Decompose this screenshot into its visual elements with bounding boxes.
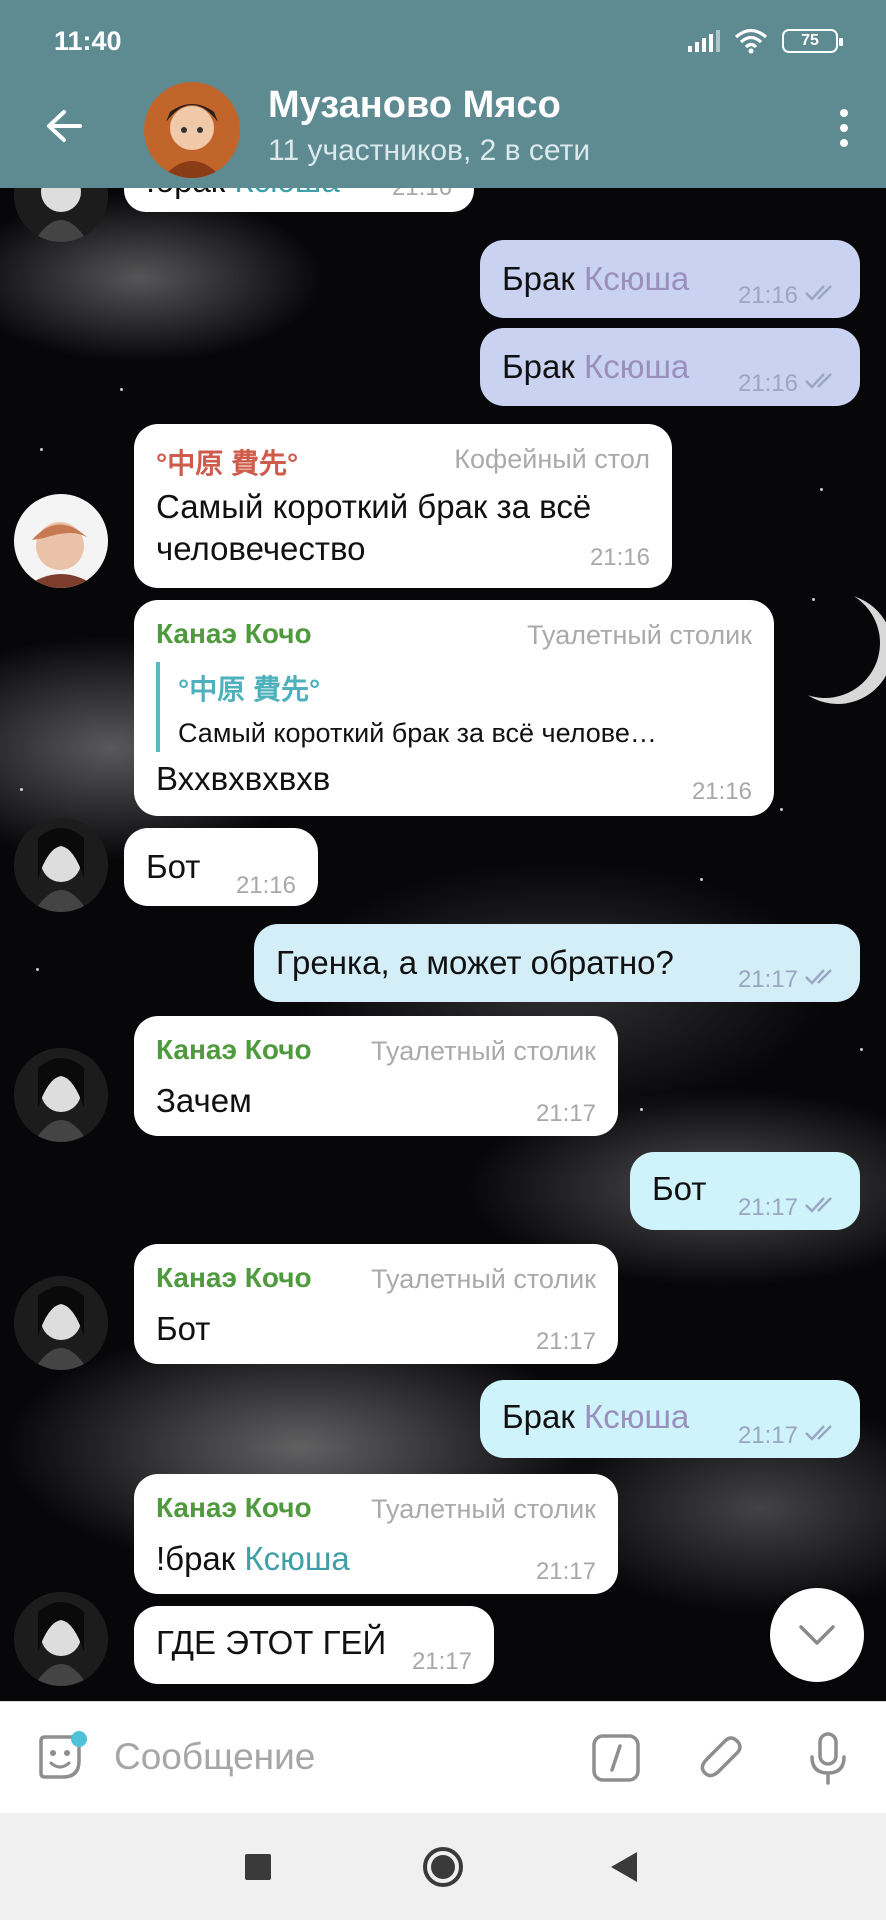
triangle-back-icon — [611, 1852, 637, 1882]
message-bubble-outgoing[interactable]: Брак Ксюша 21:17 — [480, 1380, 860, 1458]
message-bubble[interactable]: Канаэ Кочо Туалетный столик !брак Ксюша … — [134, 1474, 618, 1594]
message-bubble-outgoing[interactable]: Гренка, а может обратно? 21:17 — [254, 924, 860, 1002]
back-button[interactable] — [36, 100, 92, 152]
message-time: 21:16 — [392, 188, 452, 202]
message-text: Самый короткий брак за всё — [156, 488, 592, 525]
message-time: 21:16 — [235, 872, 296, 899]
bot-commands-button[interactable] — [588, 1730, 644, 1786]
battery-level: 75 — [801, 32, 819, 49]
message-sender[interactable]: Канаэ Кочо — [156, 1034, 312, 1066]
more-options-button[interactable] — [822, 100, 866, 156]
user-avatar[interactable] — [14, 1276, 108, 1370]
user-avatar[interactable] — [14, 1592, 108, 1686]
message-bubble[interactable]: ГДЕ ЭТОТ ГЕЙ 21:17 — [134, 1606, 494, 1684]
home-button[interactable] — [419, 1843, 467, 1891]
message-time: 21:17 — [535, 1328, 596, 1355]
message-time: 21:17 — [737, 1422, 798, 1449]
message-sender[interactable]: Канаэ Кочо — [156, 1262, 312, 1294]
message-bubble-outgoing[interactable]: Брак Ксюша 21:16 — [480, 328, 860, 406]
message-time: 21:16 — [589, 544, 650, 571]
message-bubble[interactable]: Канаэ Кочо Туалетный столик Зачем 21:17 — [134, 1016, 618, 1136]
chat-title[interactable]: Музаново Мясо — [268, 84, 561, 127]
sender-title: Туалетный столик — [371, 1036, 596, 1066]
read-checkmarks-icon — [805, 285, 832, 301]
sticker-button[interactable] — [32, 1730, 88, 1786]
message-time: 21:17 — [535, 1558, 596, 1585]
system-navigation-bar — [0, 1813, 886, 1920]
message-input[interactable]: Сообщение — [114, 1736, 315, 1778]
moon-decoration — [755, 573, 886, 714]
group-avatar-image — [144, 82, 240, 178]
user-avatar[interactable] — [14, 494, 108, 588]
reply-quote[interactable]: °中原 費先° Самый короткий брак за всё челов… — [156, 662, 752, 752]
sender-title: Туалетный столик — [527, 620, 752, 650]
user-avatar[interactable] — [14, 818, 108, 912]
message-time: 21:16 — [737, 282, 798, 309]
home-circle-icon — [423, 1847, 463, 1887]
back-arrow-icon — [47, 110, 82, 142]
message-text: Бот — [156, 1310, 211, 1347]
message-time: 21:17 — [411, 1648, 472, 1675]
message-list[interactable]: !брак Ксюша 21:16 Брак Ксюша 21:16 Брак … — [0, 188, 886, 1701]
message-bubble[interactable]: !брак Ксюша 21:16 — [124, 188, 474, 212]
message-bubble[interactable]: °中原 費先° Кофейный стол Самый короткий бра… — [134, 424, 672, 588]
reply-text: Самый короткий брак за всё челове… — [178, 718, 657, 748]
back-nav-button[interactable] — [600, 1843, 648, 1891]
paperclip-icon — [700, 1736, 742, 1778]
message-time: 21:16 — [737, 370, 798, 397]
read-checkmarks-icon — [805, 969, 832, 985]
message-text: человечество — [156, 530, 366, 567]
read-checkmarks-icon — [805, 1425, 832, 1441]
message-text: Бот — [146, 848, 201, 885]
sender-title: Кофейный стол — [454, 444, 650, 474]
voice-record-button[interactable] — [800, 1730, 856, 1786]
scroll-to-bottom-button[interactable] — [770, 1588, 864, 1682]
read-checkmarks-icon — [805, 1197, 832, 1213]
message-text: Зачем — [156, 1082, 252, 1119]
message-bubble-outgoing[interactable]: Брак Ксюша 21:16 — [480, 240, 860, 318]
message-time: 21:17 — [535, 1100, 596, 1127]
chat-subtitle: 11 участников, 2 в сети — [268, 134, 591, 167]
signal-icon — [688, 30, 720, 52]
square-icon — [245, 1854, 271, 1880]
message-text: Гренка, а может обратно? — [276, 944, 674, 981]
message-text: Вххвхвхвхв — [156, 760, 331, 797]
message-text: ГДЕ ЭТОТ ГЕЙ — [156, 1624, 387, 1661]
status-time: 11:40 — [54, 26, 122, 56]
attach-button[interactable] — [694, 1730, 750, 1786]
message-bubble[interactable]: Канаэ Кочо Туалетный столик Бот 21:17 — [134, 1244, 618, 1364]
slash-command-icon — [592, 1734, 640, 1782]
message-time: 21:16 — [691, 778, 752, 805]
message-bubble[interactable]: Канаэ Кочо Туалетный столик °中原 費先° Самы… — [134, 600, 774, 816]
message-bubble[interactable]: Бот 21:16 — [124, 828, 318, 906]
message-time: 21:17 — [737, 1194, 798, 1221]
read-checkmarks-icon — [805, 373, 832, 389]
sender-title: Туалетный столик — [371, 1264, 596, 1294]
user-avatar[interactable] — [14, 1048, 108, 1142]
user-avatar[interactable] — [14, 188, 108, 242]
reply-sender: °中原 費先° — [178, 674, 321, 705]
message-sender[interactable]: Канаэ Кочо — [156, 1492, 312, 1524]
group-avatar[interactable] — [144, 82, 240, 178]
wifi-icon — [734, 28, 768, 54]
message-bubble-outgoing[interactable]: Бот 21:17 — [630, 1152, 860, 1230]
sticker-icon — [39, 1731, 87, 1779]
recents-button[interactable] — [234, 1843, 282, 1891]
message-time: 21:17 — [737, 966, 798, 993]
message-text: Бот — [652, 1170, 707, 1207]
battery-icon: 75 — [782, 29, 843, 53]
sender-title: Туалетный столик — [371, 1494, 596, 1524]
message-sender[interactable]: °中原 費先° — [156, 442, 298, 482]
message-sender[interactable]: Канаэ Кочо — [156, 618, 312, 650]
status-icons: 75 — [688, 26, 843, 56]
microphone-icon — [810, 1732, 846, 1785]
chevron-down-icon — [799, 1625, 835, 1645]
chat-header: 11:40 75 Музаново Мясо 11 участников, 2 … — [0, 0, 886, 188]
message-composer: Сообщение — [0, 1701, 886, 1813]
